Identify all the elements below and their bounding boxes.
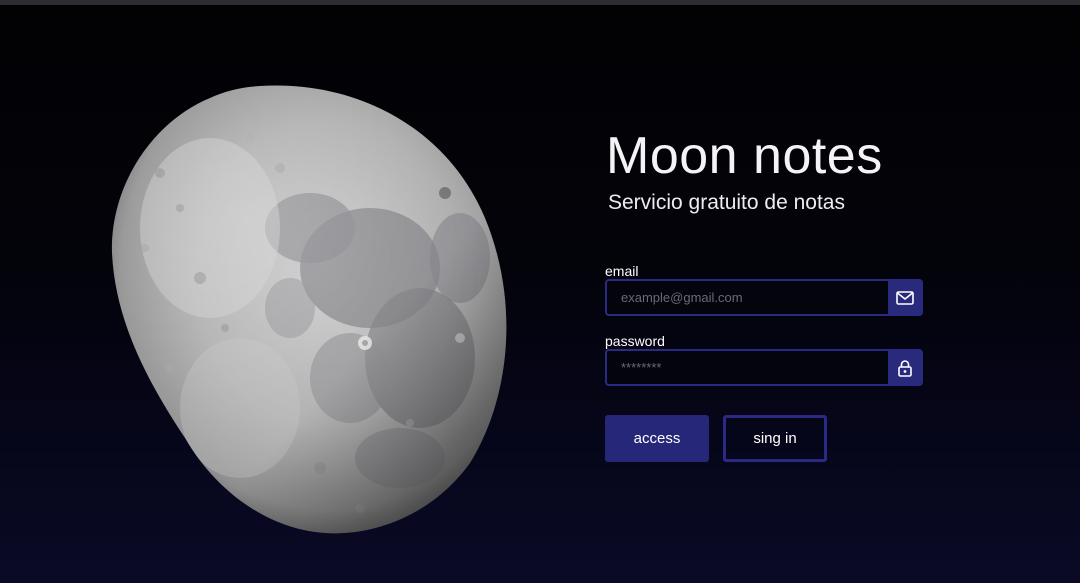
lock-icon — [888, 351, 921, 384]
password-field — [605, 349, 923, 386]
sign-in-button[interactable]: sing in — [723, 415, 827, 462]
app-title: Moon notes — [606, 127, 883, 185]
mail-icon — [888, 281, 921, 314]
email-field — [605, 279, 923, 316]
password-label: password — [605, 333, 665, 349]
window-top-strip — [0, 0, 1080, 5]
email-input[interactable] — [607, 281, 888, 314]
password-input[interactable] — [607, 351, 888, 384]
email-label: email — [605, 263, 639, 279]
login-page: Moon notes Servicio gratuito de notas em… — [0, 0, 1080, 583]
moon-image — [100, 78, 520, 548]
app-subtitle: Servicio gratuito de notas — [608, 191, 845, 214]
access-button[interactable]: access — [605, 415, 709, 462]
